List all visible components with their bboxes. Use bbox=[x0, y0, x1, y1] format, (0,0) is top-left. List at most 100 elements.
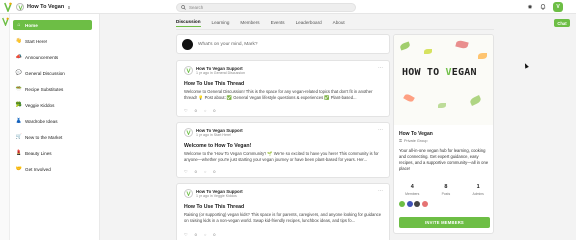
post-meta: 1 yr ago in Start Here! bbox=[196, 133, 232, 137]
post-card[interactable]: How To Vegan Support 1 yr ago in General… bbox=[176, 60, 390, 117]
sidebar-item-icon: 💬 bbox=[15, 70, 23, 76]
author-avatar[interactable] bbox=[184, 66, 193, 75]
post-title[interactable]: How To Use This Thread bbox=[184, 81, 244, 87]
tab-leaderboard[interactable]: Leaderboard bbox=[296, 18, 322, 27]
how-to-vegan-logo-icon[interactable] bbox=[4, 2, 12, 12]
tab-members[interactable]: Members bbox=[240, 18, 259, 27]
sidebar-item-home[interactable]: ⌂ Home bbox=[13, 20, 92, 30]
sidebar bbox=[10, 14, 100, 240]
post-card[interactable]: How To Vegan Support 1 yr ago in Veggie … bbox=[176, 183, 390, 240]
post-title[interactable]: Welcome to How To Vegan! bbox=[184, 143, 251, 149]
more-options-icon[interactable]: ⋯ bbox=[378, 188, 383, 194]
notifications-icon[interactable]: ✸ bbox=[526, 3, 534, 11]
comment-count: 0 bbox=[213, 232, 216, 237]
leaf-decoration bbox=[438, 103, 446, 108]
sidebar-item-icon: 👗 bbox=[15, 118, 23, 124]
sidebar-item-label: Beauty Lines bbox=[25, 150, 52, 156]
tab-bar: Discussion Learning Members Events Leade… bbox=[176, 16, 345, 28]
chevron-updown-icon: ⇕ bbox=[67, 4, 71, 10]
more-options-icon[interactable]: ⋯ bbox=[378, 127, 383, 133]
sidebar-item-label: Recipe Substitutes bbox=[25, 86, 64, 92]
lock-icon: ⚿ bbox=[399, 139, 402, 143]
sidebar-item-new-to-the-market[interactable]: 🛒 New to the Market bbox=[13, 132, 92, 142]
search-icon bbox=[181, 4, 186, 10]
comment-count: 0 bbox=[213, 108, 216, 113]
like-icon[interactable]: ♡ bbox=[184, 169, 188, 174]
community-avatar bbox=[16, 3, 24, 11]
community-title: How To Vegan bbox=[399, 131, 433, 137]
community-description: Your all-in-one vegan hub for learning, … bbox=[399, 148, 489, 171]
avatar bbox=[399, 201, 405, 207]
leaf-decoration bbox=[424, 49, 432, 54]
sidebar-item-beauty-lines[interactable]: 💄 Beauty Lines bbox=[13, 148, 92, 158]
sidebar-item-label: Veggie Kiddos bbox=[25, 102, 55, 108]
post-body: Welcome to General Discussion! This is t… bbox=[184, 89, 373, 100]
tab-discussion[interactable]: Discussion bbox=[176, 17, 201, 27]
author-avatar[interactable] bbox=[184, 128, 193, 137]
more-options-icon[interactable]: ⋯ bbox=[378, 65, 383, 71]
member-avatars[interactable] bbox=[399, 201, 428, 207]
sidebar-item-start-here[interactable]: 👋 Start Here! bbox=[13, 36, 92, 46]
avatar bbox=[421, 201, 428, 207]
community-info-panel: HOW TO VEGAN How To Vegan ⚿ Private Grou… bbox=[393, 34, 494, 234]
comment-icon[interactable]: ◌ bbox=[204, 108, 206, 113]
sidebar-item-label: Announcements bbox=[25, 54, 59, 60]
bell-icon[interactable] bbox=[539, 3, 547, 11]
sidebar-item-icon: 🥗 bbox=[15, 86, 23, 92]
sidebar-item-label: New to the Market bbox=[25, 134, 63, 140]
leaf-decoration bbox=[455, 39, 469, 50]
rail-logo-icon[interactable] bbox=[1, 17, 9, 26]
post-actions: ♡ 0 ◌ 0 bbox=[184, 232, 215, 237]
author-avatar[interactable] bbox=[184, 189, 193, 198]
post-composer[interactable]: What's on your mind, Mark? bbox=[176, 34, 390, 54]
search-input[interactable]: Search bbox=[176, 2, 356, 12]
user-avatar[interactable]: V bbox=[553, 2, 563, 12]
chat-button[interactable]: Chat bbox=[554, 19, 570, 27]
sidebar-item-label: Get Involved bbox=[25, 166, 51, 172]
comment-icon[interactable]: ◌ bbox=[204, 232, 206, 237]
like-count: 0 bbox=[194, 232, 197, 237]
post-header: How To Vegan Support 1 yr ago in Veggie … bbox=[184, 189, 243, 198]
community-switcher[interactable]: How To Vegan ⇕ bbox=[16, 3, 71, 11]
post-actions: ♡ 0 ◌ 0 bbox=[184, 169, 215, 174]
leaf-decoration bbox=[478, 53, 487, 59]
comment-icon[interactable]: ◌ bbox=[204, 169, 206, 174]
sidebar-item-icon: 👋 bbox=[15, 38, 23, 44]
mouse-cursor bbox=[523, 62, 529, 69]
invite-members-button[interactable]: INVITE MEMBERS bbox=[399, 217, 490, 228]
community-banner: HOW TO VEGAN bbox=[394, 35, 493, 125]
post-meta: 1 yr ago in Veggie Kiddos bbox=[196, 194, 237, 198]
sidebar-item-label: Start Here! bbox=[25, 38, 48, 44]
tab-learning[interactable]: Learning bbox=[212, 18, 230, 27]
sidebar-item-get-involved[interactable]: 🤝 Get Involved bbox=[13, 164, 92, 174]
sidebar-item-icon: ⌂ bbox=[17, 22, 21, 28]
comment-count: 0 bbox=[213, 169, 216, 174]
sidebar-item-wardrobe-ideas[interactable]: 👗 Wardrobe Ideas bbox=[13, 116, 92, 126]
sidebar-item-announcements[interactable]: 📣 Announcements bbox=[13, 52, 92, 62]
sidebar-item-general-discussion[interactable]: 💬 General Discussion bbox=[13, 68, 92, 78]
like-icon[interactable]: ♡ bbox=[184, 108, 188, 113]
sidebar-item-icon: 🥦 bbox=[15, 102, 23, 108]
like-count: 0 bbox=[194, 108, 197, 113]
post-card[interactable]: How To Vegan Support 1 yr ago in Start H… bbox=[176, 122, 390, 178]
tab-about[interactable]: About bbox=[333, 18, 345, 27]
community-rail bbox=[0, 14, 10, 240]
stat-posts[interactable]: 8 Posts bbox=[442, 184, 450, 196]
like-icon[interactable]: ♡ bbox=[184, 232, 188, 237]
search-placeholder: Search bbox=[189, 4, 204, 10]
post-body: Welcome to the 'How To Vegan Community'!… bbox=[184, 151, 379, 162]
sidebar-item-recipe-substitutes[interactable]: 🥗 Recipe Substitutes bbox=[13, 84, 92, 94]
sidebar-item-icon: 📣 bbox=[15, 54, 23, 60]
post-actions: ♡ 0 ◌ 0 bbox=[184, 108, 215, 113]
tab-events[interactable]: Events bbox=[271, 18, 285, 27]
stat-members[interactable]: 4 Members bbox=[405, 184, 419, 196]
sidebar-item-veggie-kiddos[interactable]: 🥦 Veggie Kiddos bbox=[13, 100, 92, 110]
stat-admins[interactable]: 1 Admins bbox=[472, 184, 483, 196]
composer-placeholder: What's on your mind, Mark? bbox=[198, 41, 258, 47]
post-header: How To Vegan Support 1 yr ago in General… bbox=[184, 66, 245, 75]
banner-wordmark: HOW TO VEGAN bbox=[402, 67, 477, 78]
tab-divider bbox=[176, 29, 494, 30]
post-meta: 1 yr ago in General Discussion bbox=[196, 71, 245, 75]
sidebar-item-icon: 🤝 bbox=[15, 166, 23, 172]
post-title[interactable]: How To Use This Thread bbox=[184, 204, 244, 210]
